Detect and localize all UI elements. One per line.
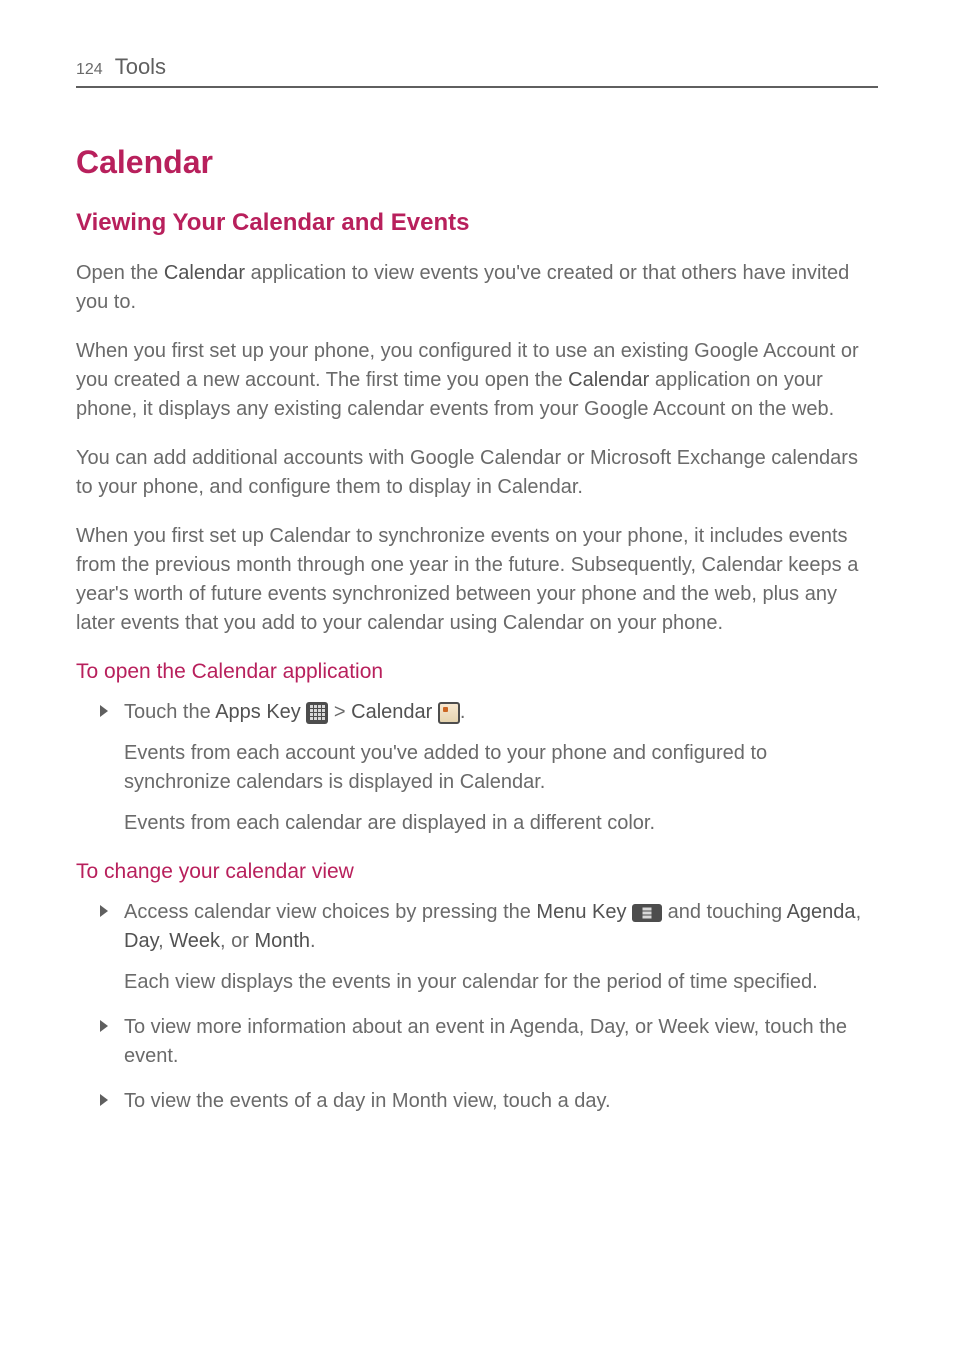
text: Touch the xyxy=(124,701,215,723)
sub-paragraph: Events from each account you've added to… xyxy=(124,739,878,797)
document-page: 124 Tools Calendar Viewing Your Calendar… xyxy=(0,0,954,1192)
paragraph-setup: When you first set up your phone, you co… xyxy=(76,337,878,424)
text: , xyxy=(856,901,862,923)
heading-viewing: Viewing Your Calendar and Events xyxy=(76,209,878,237)
bullet-list: Touch the Apps Key > Calendar . Events f… xyxy=(76,698,878,838)
bold-day: Day xyxy=(124,930,158,952)
paragraph-sync: When you first set up Calendar to synchr… xyxy=(76,522,878,638)
sub-paragraph: Events from each calendar are displayed … xyxy=(124,809,878,838)
text: > xyxy=(328,701,351,723)
text: and touching xyxy=(662,901,787,923)
paragraph-accounts: You can add additional accounts with Goo… xyxy=(76,444,878,502)
page-header: 124 Tools xyxy=(76,54,878,80)
heading-calendar: Calendar xyxy=(76,144,878,181)
bold-calendar: Calendar xyxy=(351,701,438,723)
bold-agenda: Agenda xyxy=(787,901,856,923)
page-number: 124 xyxy=(76,61,103,79)
paragraph-open: Open the Calendar application to view ev… xyxy=(76,259,878,317)
list-item: Access calendar view choices by pressing… xyxy=(124,898,878,997)
list-item: To view more information about an event … xyxy=(124,1013,878,1071)
bold-calendar: Calendar xyxy=(568,369,649,391)
calendar-icon xyxy=(438,702,460,724)
bold-week: Week xyxy=(169,930,220,952)
apps-key-icon xyxy=(306,702,328,724)
bold-menu-key: Menu Key xyxy=(536,901,632,923)
menu-key-icon xyxy=(632,904,662,922)
text: . xyxy=(310,930,316,952)
heading-change-view: To change your calendar view xyxy=(76,860,878,884)
text: , or xyxy=(220,930,254,952)
bullet-list: Access calendar view choices by pressing… xyxy=(76,898,878,1116)
heading-open-app: To open the Calendar application xyxy=(76,660,878,684)
text: . xyxy=(460,701,466,723)
list-item: Touch the Apps Key > Calendar . Events f… xyxy=(124,698,878,838)
bold-calendar: Calendar xyxy=(164,262,245,284)
list-item: To view the events of a day in Month vie… xyxy=(124,1087,878,1116)
text: , xyxy=(158,930,169,952)
bold-month: Month xyxy=(254,930,310,952)
bold-apps-key: Apps Key xyxy=(215,701,306,723)
text: Open the xyxy=(76,262,164,284)
section-title: Tools xyxy=(115,54,166,80)
sub-paragraph: Each view displays the events in your ca… xyxy=(124,968,878,997)
text: Access calendar view choices by pressing… xyxy=(124,901,536,923)
header-divider xyxy=(76,86,878,88)
